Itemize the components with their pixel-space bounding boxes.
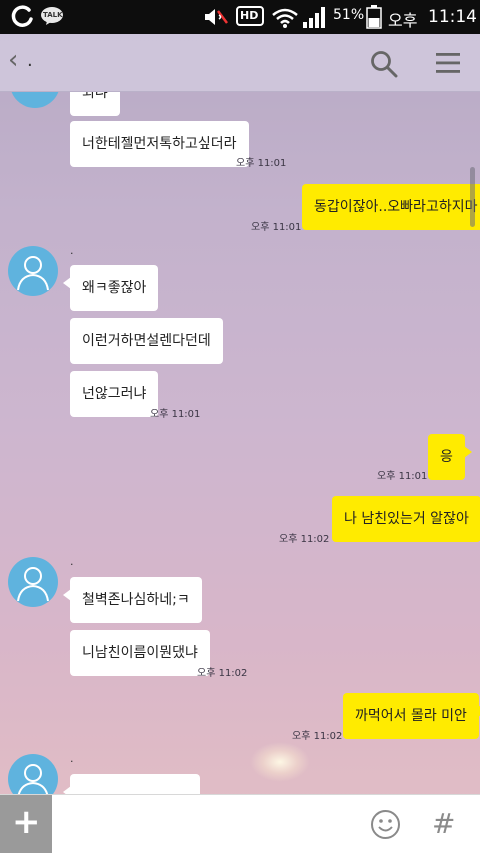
emoji-icon[interactable] [370, 809, 401, 840]
chat-title: . [27, 50, 33, 71]
message-bubble-sent[interactable]: 나 남친있는거 알잖아 [332, 496, 480, 542]
chat-header: ‹ . [0, 34, 480, 92]
sender-name: . [70, 244, 74, 257]
message-time: 오후 11:01 [251, 222, 302, 233]
carrier-o-icon [11, 5, 33, 27]
message-input-bar: + # [0, 794, 480, 853]
message-bubble-received[interactable]: 이런거하면설렌다던데 [70, 318, 223, 364]
default-profile-icon [17, 256, 49, 291]
background-light [250, 742, 310, 782]
hd-voice-label: HD [240, 9, 259, 22]
message-time: 오후 11:01 [150, 409, 201, 420]
avatar[interactable] [8, 246, 58, 296]
message-time: 오후 11:02 [197, 668, 248, 679]
kakaotalk-badge: TALK [43, 11, 63, 19]
message-bubble-received[interactable]: 니남친이름이뭔댔냐 [70, 630, 210, 676]
attach-button[interactable]: + [0, 795, 52, 853]
avatar[interactable] [10, 92, 60, 108]
message-bubble-received[interactable] [63, 774, 200, 794]
message-bubble-received[interactable]: 왜ㅋ좋잖아 [62, 265, 159, 311]
speaker-muted-icon [205, 9, 228, 25]
chat-area[interactable]: 되냐 너한테젤먼저톡하고싶더라 오후 11:01 동갑이잖아..오빠라고하지마 … [0, 92, 480, 794]
avatar[interactable] [8, 754, 58, 794]
sender-name: . [70, 752, 74, 765]
wifi-icon [272, 8, 298, 28]
hash-icon[interactable]: # [432, 807, 455, 840]
message-bubble-received[interactable]: 넌않그러냐 [70, 371, 159, 417]
back-icon[interactable]: ‹ [8, 45, 18, 75]
default-profile-icon [17, 764, 49, 794]
message-bubble-sent[interactable]: 동갑이잖아..오빠라고하지마 [302, 184, 480, 230]
message-time: 오후 11:01 [236, 158, 287, 169]
clock-time: 11:14 [428, 7, 477, 27]
avatar[interactable] [8, 557, 58, 607]
sender-name: . [70, 555, 74, 568]
search-icon[interactable] [370, 50, 398, 78]
menu-icon[interactable] [436, 52, 460, 74]
battery-percent: 51% [333, 7, 365, 23]
kakaotalk-icon: TALK [40, 6, 64, 26]
message-bubble-received[interactable]: 철벽존나심하네;ㅋ [63, 577, 202, 623]
clock-ampm: 오후 [388, 11, 418, 30]
status-bar: TALK HD 51% 오후 11:14 [0, 0, 480, 34]
message-bubble-sent[interactable]: 까먹어서 몰라 미안 [343, 693, 480, 739]
message-bubble-sent[interactable]: 응 [428, 434, 472, 480]
hd-voice-icon: HD [236, 6, 264, 26]
message-time: 오후 11:02 [279, 534, 330, 545]
battery-icon [366, 5, 382, 29]
message-time: 오후 11:01 [377, 471, 428, 482]
signal-icon [303, 7, 325, 28]
plus-icon: + [12, 802, 41, 842]
message-bubble-received[interactable]: 되냐 [70, 92, 120, 116]
message-input[interactable] [60, 803, 350, 845]
message-bubble-received[interactable]: 너한테젤먼저톡하고싶더라 [70, 121, 249, 167]
chat-scrollbar[interactable] [470, 167, 475, 227]
default-profile-icon [17, 567, 49, 602]
message-time: 오후 11:02 [292, 731, 343, 742]
